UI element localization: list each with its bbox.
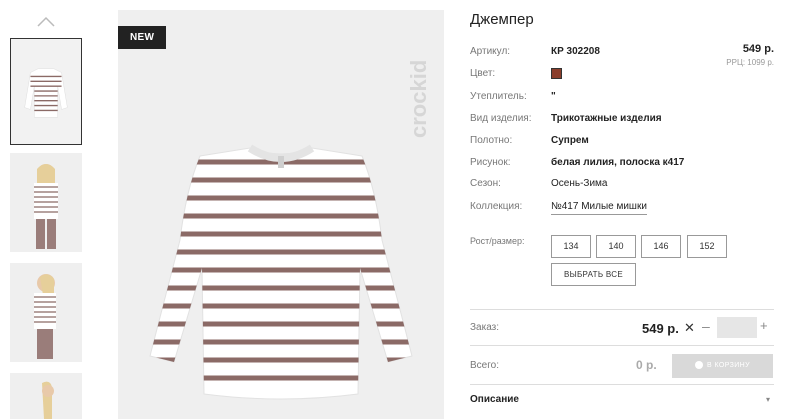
chevron-down-icon[interactable]: ▾	[766, 395, 770, 404]
product-price: 549 р.	[742, 43, 774, 55]
order-label: Заказ:	[470, 322, 500, 333]
divider	[470, 384, 774, 385]
attr-value: белая лилия, полоска к417	[551, 157, 685, 168]
attr-label: Утеплитель:	[470, 91, 527, 102]
svg-text:crockid: crockid	[406, 60, 431, 138]
total-label: Всего:	[470, 360, 499, 371]
select-all-sizes-button[interactable]: ВЫБРАТЬ ВСЕ	[551, 263, 636, 286]
quantity-input[interactable]	[717, 317, 757, 338]
attr-label: Артикул:	[470, 46, 511, 57]
attr-label: Сезон:	[470, 178, 501, 189]
add-to-cart-button[interactable]: В КОРЗИНУ	[672, 354, 773, 378]
add-to-cart-label: В КОРЗИНУ	[707, 362, 750, 369]
remove-order-icon[interactable]: ✕	[684, 320, 695, 336]
attr-label: Полотно:	[470, 135, 513, 146]
chevron-up-icon[interactable]	[36, 14, 56, 28]
attr-label: Коллекция:	[470, 201, 523, 212]
brand-logo: crockid	[406, 60, 431, 138]
description-toggle[interactable]: Описание	[470, 394, 519, 405]
product-info-panel: Джемпер 549 р. РРЦ: 1099 р. Артикул: КР …	[470, 0, 790, 419]
total-value: 0 р.	[636, 358, 657, 372]
attr-value: "	[551, 91, 556, 102]
attr-label: Цвет:	[470, 68, 496, 79]
thumbnail-column	[0, 0, 90, 419]
thumbnail-1[interactable]	[10, 38, 82, 145]
divider	[470, 309, 774, 310]
size-option-140[interactable]: 140	[596, 235, 636, 258]
attr-label: Вид изделия:	[470, 113, 532, 124]
attr-label: Рисунок:	[470, 157, 511, 168]
new-badge: NEW	[118, 26, 167, 49]
divider	[470, 345, 774, 346]
size-option-146[interactable]: 146	[641, 235, 681, 258]
attr-value: Осень-Зима	[551, 178, 608, 189]
thumbnail-2[interactable]	[10, 153, 82, 252]
attr-value: Трикотажные изделия	[551, 113, 662, 124]
collection-link[interactable]: №417 Милые мишки	[551, 200, 647, 215]
quantity-increase-button[interactable]: +	[760, 318, 768, 333]
main-product-image	[118, 10, 444, 419]
order-price: 549 р.	[642, 321, 679, 336]
attr-value: КР 302208	[551, 46, 600, 57]
attr-value: Супрем	[551, 135, 589, 146]
size-option-152[interactable]: 152	[687, 235, 727, 258]
color-swatch[interactable]	[551, 68, 562, 79]
cart-icon	[695, 361, 704, 370]
rrp-price: РРЦ: 1099 р.	[726, 58, 774, 67]
size-option-134[interactable]: 134	[551, 235, 591, 258]
thumbnail-3[interactable]	[10, 263, 82, 362]
thumbnail-4[interactable]	[10, 373, 82, 419]
sizes-label: Рост/размер:	[470, 236, 525, 246]
quantity-decrease-button[interactable]: –	[702, 318, 710, 334]
product-title: Джемпер	[470, 11, 534, 28]
